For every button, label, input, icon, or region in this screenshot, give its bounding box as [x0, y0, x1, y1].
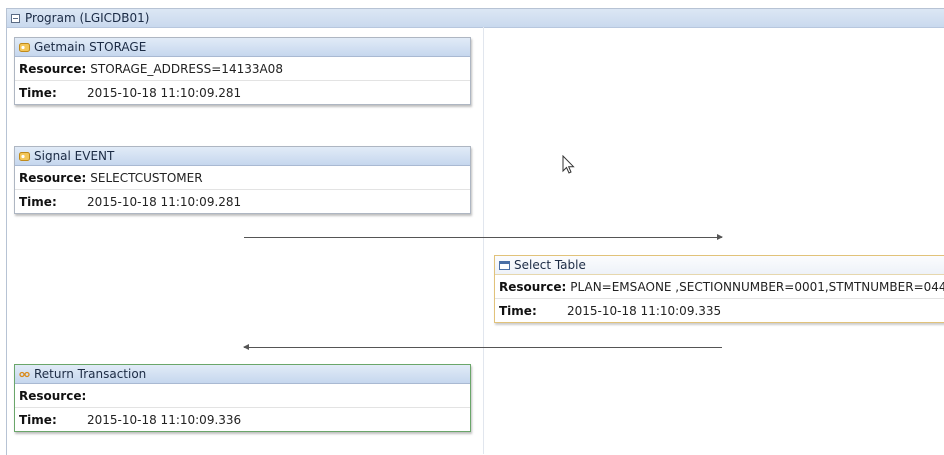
time-value: 2015-10-18 11:10:09.281 [87, 194, 242, 209]
resource-value: PLAN=EMSAONE ,SECTIONNUMBER=0001,STMTNUM… [570, 279, 944, 294]
resource-label: Resource: [19, 61, 87, 76]
return-icon [19, 370, 30, 379]
time-label: Time: [19, 412, 57, 427]
return-arrow [243, 344, 722, 350]
collapse-icon[interactable] [11, 13, 20, 23]
event-card-header[interactable]: Return Transaction [15, 365, 470, 384]
time-label: Time: [19, 194, 57, 209]
program-title: Program (LGICDB01) [25, 11, 150, 25]
event-card-header[interactable]: Getmain STORAGE [15, 38, 470, 57]
event-card-getmain[interactable]: Getmain STORAGE Resource: STORAGE_ADDRES… [14, 37, 471, 105]
call-arrow [244, 234, 723, 240]
event-title: Signal EVENT [34, 149, 115, 163]
lane-divider [483, 27, 484, 454]
event-icon [19, 151, 30, 161]
mouse-cursor-icon [562, 154, 576, 178]
event-card-header[interactable]: Signal EVENT [15, 147, 470, 166]
time-label: Time: [19, 85, 57, 100]
time-value: 2015-10-18 11:10:09.336 [87, 412, 242, 427]
table-icon [499, 260, 510, 270]
event-title: Select Table [514, 258, 586, 272]
resource-value: SELECTCUSTOMER [90, 170, 203, 185]
time-value: 2015-10-18 11:10:09.281 [87, 85, 242, 100]
event-title: Getmain STORAGE [34, 40, 147, 54]
time-value: 2015-10-18 11:10:09.335 [567, 303, 722, 318]
resource-value: STORAGE_ADDRESS=14133A08 [90, 61, 283, 76]
event-title: Return Transaction [34, 367, 147, 381]
event-card-header[interactable]: Select Table [495, 256, 944, 275]
resource-label: Resource: [499, 279, 567, 294]
resource-label: Resource: [19, 170, 87, 185]
time-label: Time: [499, 303, 537, 318]
event-card-select-table[interactable]: Select Table Resource: PLAN=EMSAONE ,SEC… [494, 255, 944, 323]
event-icon [19, 42, 30, 52]
event-card-signal[interactable]: Signal EVENT Resource: SELECTCUSTOMER Ti… [14, 146, 471, 214]
event-card-return[interactable]: Return Transaction Resource: Time: 2015-… [14, 364, 471, 432]
resource-label: Resource: [19, 388, 87, 403]
program-header[interactable]: Program (LGICDB01) [7, 9, 944, 28]
